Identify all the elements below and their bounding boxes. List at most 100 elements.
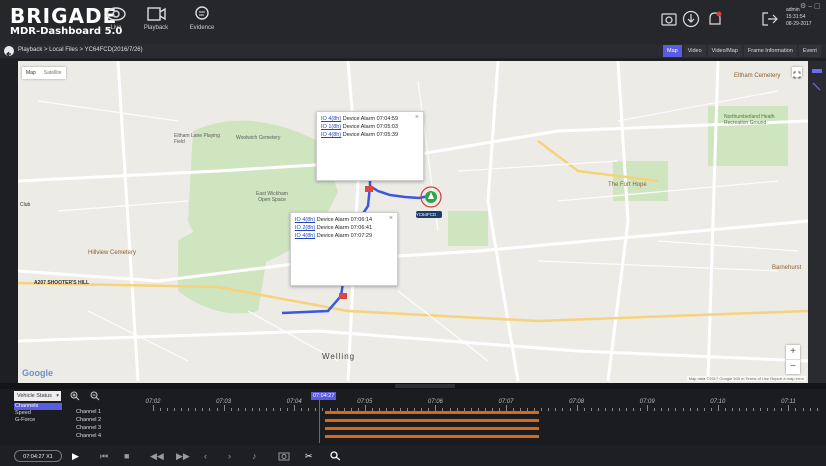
nav-playback-button[interactable]: Playback (132, 6, 180, 31)
download-icon (682, 10, 700, 28)
vehicle-status-select[interactable]: Vehicle Status (14, 391, 61, 401)
tab-map[interactable]: Map (663, 45, 682, 57)
back-button[interactable] (4, 46, 14, 57)
ruler-minor-tick (230, 408, 232, 411)
tab-event[interactable]: Event (798, 45, 821, 57)
tab-video-map[interactable]: Video/Map (707, 45, 742, 57)
volume-button[interactable]: ♪ (252, 451, 257, 461)
playback-speed[interactable]: X1 (46, 454, 53, 460)
alarm-code-link[interactable]: IO 4(8h) (295, 217, 315, 223)
playhead-line[interactable] (319, 399, 320, 443)
ruler-minor-tick (569, 408, 571, 411)
ruler-minor-tick (216, 408, 218, 411)
previous-button[interactable]: ‹ (204, 451, 207, 461)
ruler-minor-tick (597, 408, 599, 411)
ruler-minor-tick (167, 408, 169, 411)
ruler-tick-label: 07:10 (710, 399, 726, 405)
alarm-bell-button[interactable] (706, 10, 724, 33)
alarm-code-link[interactable]: IO 4(8h) (321, 116, 341, 122)
ruler-major-tick (294, 405, 296, 411)
channel-2-label: Channel 2 (76, 417, 102, 423)
ruler-major-tick (788, 405, 790, 411)
map-tools-icon[interactable] (808, 61, 826, 91)
category-channels[interactable]: Channels (14, 403, 62, 410)
label-club: Club (20, 202, 31, 208)
channel-4-label: Channel 4 (76, 433, 102, 439)
timeline-zoom-out-button[interactable] (90, 391, 100, 403)
logout-button[interactable] (760, 10, 780, 33)
window-controls[interactable]: ⚙ ‒ ▢ (800, 2, 821, 10)
ruler-minor-tick (202, 408, 204, 411)
ruler-minor-tick (308, 408, 310, 411)
previous-frame-button[interactable]: ⏮ (100, 451, 108, 461)
clip-button[interactable]: ✂ (305, 451, 313, 461)
alarm-code-link[interactable]: IO 4(8h) (295, 233, 315, 239)
snapshot-button[interactable] (278, 451, 290, 463)
label-open-space: East Wickham Open Space (256, 191, 288, 203)
label-barnehurst: Barnehurst (772, 265, 802, 271)
ruler-tick-label: 07:02 (145, 399, 161, 405)
google-logo: Google (22, 368, 53, 378)
splitter-handle[interactable] (395, 384, 455, 388)
channel-1-label: Channel 1 (76, 409, 102, 415)
ruler-minor-tick (703, 408, 705, 411)
ruler-minor-tick (710, 408, 712, 411)
tab-frame-information[interactable]: Frame Information (743, 45, 797, 57)
map-type-map-button[interactable]: Map (22, 67, 40, 79)
time-ruler[interactable]: 07:02 07:03 07:04 07:05 07:06 07:07 07:08 07:09… (117, 399, 823, 411)
ruler-minor-tick (322, 408, 324, 411)
label-welling: Welling (322, 352, 356, 361)
ruler-minor-tick (555, 408, 557, 411)
zoom-out-button[interactable]: − (786, 359, 800, 374)
ruler-minor-tick (287, 408, 289, 411)
close-icon[interactable]: × (415, 114, 419, 121)
breadcrumb: Playback > Local Files > YC64FCD(2016/7/… (18, 47, 143, 53)
stop-button[interactable]: ■ (124, 451, 129, 461)
channel-1-recording-bar[interactable] (325, 411, 539, 414)
map-type-satellite-button[interactable]: Satellite (40, 67, 66, 79)
timeline-zoom-in-button[interactable] (70, 391, 80, 403)
search-icon (330, 451, 341, 461)
channel-4-recording-bar[interactable] (325, 435, 539, 438)
category-g-force[interactable]: G-Force (14, 417, 62, 424)
step-back-icon: ⏮ (100, 451, 109, 461)
search-button[interactable] (330, 451, 342, 463)
next-button[interactable]: › (228, 451, 231, 461)
tab-video[interactable]: Video (683, 45, 706, 57)
ruler-minor-tick (315, 408, 317, 411)
ruler-minor-tick (682, 408, 684, 411)
fullscreen-button[interactable] (792, 67, 802, 79)
close-icon[interactable]: × (389, 215, 393, 222)
ruler-minor-tick (280, 408, 282, 411)
category-speed[interactable]: Speed (14, 410, 62, 417)
camera-settings-button[interactable] (660, 10, 678, 33)
download-button[interactable] (682, 10, 700, 33)
alarm-code-link[interactable]: IO 2(8h) (295, 225, 315, 231)
label-playing-field: Eltham Lane Playing Field (174, 133, 220, 145)
ruler-major-tick (576, 405, 578, 411)
zoom-in-button[interactable]: + (786, 345, 800, 359)
map-view[interactable]: Map Satellite YC64FCD Woolwich Cemetery … (18, 61, 808, 383)
ruler-minor-tick (675, 408, 677, 411)
ruler-minor-tick (626, 408, 628, 411)
map-type-toggle: Map Satellite (22, 67, 66, 79)
channel-3-recording-bar[interactable] (325, 427, 539, 430)
map-attribution: Map data ©2017 Google 500 m Terms of Use… (686, 376, 806, 381)
fast-forward-button[interactable]: ▶▶ (176, 451, 190, 461)
alarm-code-link[interactable]: IO 1(8h) (321, 124, 341, 130)
play-button[interactable]: ▶ (72, 451, 79, 461)
rewind-button[interactable]: ◀◀ (150, 451, 164, 461)
volume-icon: ♪ (252, 451, 257, 461)
ruler-minor-tick (611, 408, 613, 411)
nav-evidence-button[interactable]: Evidence (178, 6, 226, 31)
channel-2-recording-bar[interactable] (325, 419, 539, 422)
ruler-minor-tick (618, 408, 620, 411)
ruler-minor-tick (689, 408, 691, 411)
zoom-control: + − (786, 345, 800, 374)
user-time: 15:31:54 (786, 14, 806, 20)
ruler-minor-tick (258, 408, 260, 411)
ruler-tick-label: 07:05 (357, 399, 373, 405)
scissors-icon: ✂ (305, 451, 313, 461)
ruler-minor-tick (181, 408, 183, 411)
alarm-code-link[interactable]: IO 4(8h) (321, 132, 341, 138)
